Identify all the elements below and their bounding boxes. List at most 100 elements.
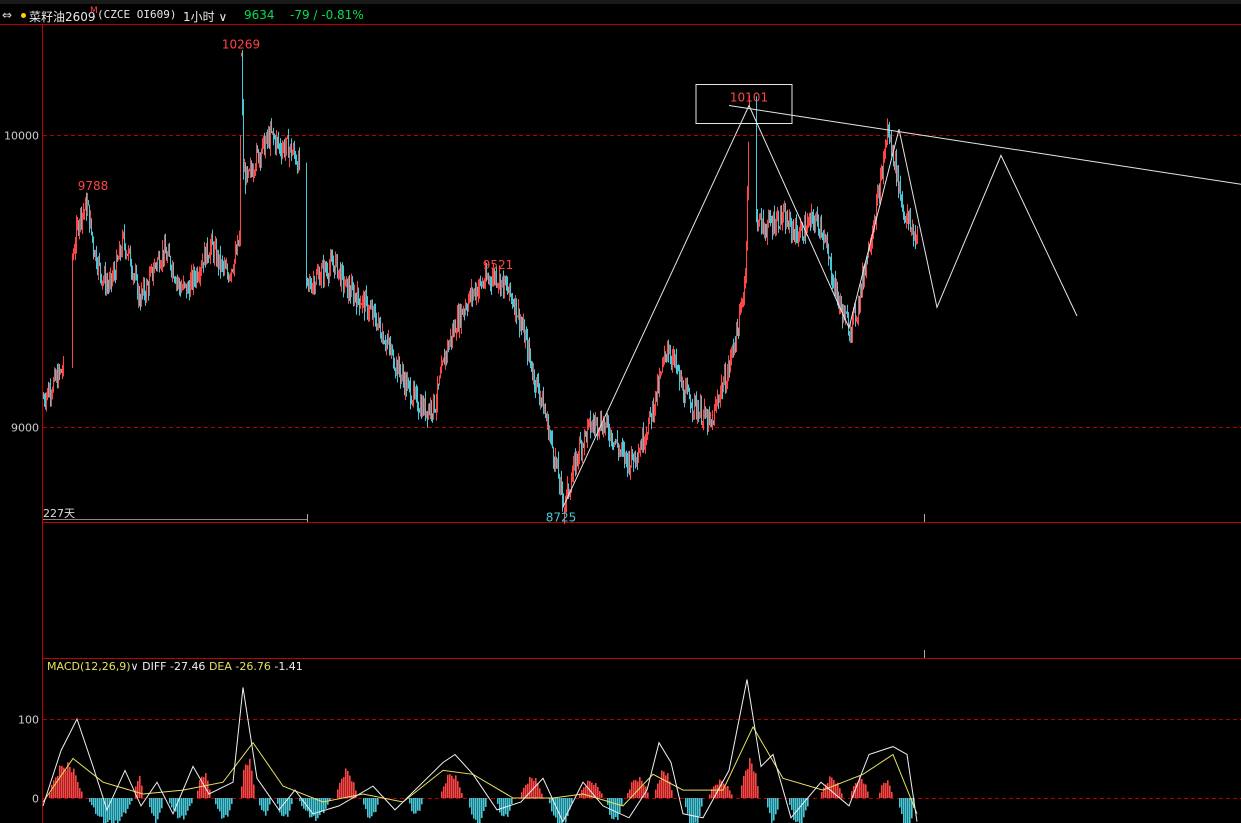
pattern-lines [562,84,1241,508]
macd-bar [479,798,481,823]
macd-bar [185,798,187,816]
macd-bar [773,798,775,821]
macd-y-tick-label: 100 [18,714,39,727]
macd-bar [867,791,869,798]
macd-bar [521,792,523,798]
macd-bar [343,777,345,798]
macd-bar [635,780,637,798]
macd-bar [105,798,107,823]
macd-bar [725,786,727,798]
macd-bar [227,798,229,817]
macd-bar [203,777,205,798]
macd-bar [469,798,471,808]
macd-bar [727,785,729,798]
price-annotation: 10101 [730,91,768,105]
macd-bar [585,786,587,798]
macd-bar [207,780,209,798]
macd-bar [833,780,835,798]
macd-bar [907,798,909,823]
macd-bar [473,798,475,819]
macd-bar [315,798,317,821]
macd-bar [101,798,103,817]
macd-y-tick-label: 0 [32,793,39,806]
macd-bar [899,798,901,808]
macd-bar [481,798,483,818]
macd-bar [291,798,293,805]
macd-bar [451,775,453,798]
macd-bar [317,798,319,819]
macd-bar [265,798,267,816]
macd-bar [337,789,339,798]
macd-bar [549,798,551,804]
macd-bar [183,798,185,820]
macd-bar [53,780,55,798]
macd-bar [699,798,701,817]
macd-legend: MACD(12,26,9)∨ DIFF -27.46 DEA -26.76 -1… [47,660,303,673]
macd-bar [697,798,699,823]
macd-bar [445,783,447,798]
macd-bar [247,765,249,798]
macd-pane[interactable]: 100 0 MACD(12,26,9)∨ DIFF -27.46 DEA -26.7… [18,660,1241,823]
macd-bar [885,783,887,798]
macd-bar [377,798,379,805]
price-annotation: 9521 [483,258,514,272]
macd-bar [149,798,151,808]
macd-bar [689,798,691,823]
macd-bar [595,783,597,798]
macd-bar [89,798,91,802]
macd-bar [269,798,271,805]
macd-bar [321,798,323,812]
macd-bar [419,798,421,811]
macd-bar [171,798,173,808]
macd-bar [693,798,695,823]
macd-bar [803,798,805,818]
macd-bar [189,798,191,807]
macd-bar [61,765,63,798]
macd-bar [511,798,513,805]
macd-bar [883,782,885,798]
macd-bar [119,798,121,821]
macd-bar [225,798,227,816]
chart-canvas[interactable]: 10000 9000 227天 10269 9788 9521 10101 8725 100… [0,0,1241,823]
macd-bar [229,798,231,811]
macd-bar [789,798,791,805]
macd-bar [891,791,893,798]
macd-bar [91,798,93,806]
macd-bar [903,798,905,823]
macd-bar [685,798,687,808]
macd-bar [455,775,457,798]
macd-bar [367,798,369,818]
macd-dea-value: DEA -26.76 [209,660,271,673]
macd-bar [795,798,797,823]
macd-bar [601,793,603,798]
macd-bar [863,783,865,798]
macd-bar [349,775,351,798]
macd-bar [303,798,305,809]
macd-bar [363,798,365,805]
macd-bar [365,798,367,810]
macd-bar [629,789,631,798]
macd-bar [591,782,593,798]
macd-bar [129,798,131,805]
macd-bar [627,793,629,798]
macd-bar [123,798,125,813]
macd-bar [345,768,347,798]
macd-bar [421,798,423,805]
macd-legend-title: MACD(12,26,9) [47,660,131,673]
macd-bar [475,798,477,820]
price-pane[interactable]: 10000 9000 227天 [4,50,1241,525]
macd-bar [499,798,501,813]
macd-bar [121,798,123,817]
macd-bar [691,798,693,823]
macd-bar [187,798,189,811]
macd-bar [757,786,759,798]
macd-bar [93,798,95,808]
macd-bar [531,778,533,798]
macd-bar [621,798,623,806]
macd-bar [775,798,777,815]
macd-bar [299,798,301,802]
macd-bar [537,783,539,798]
macd-bar [647,792,649,798]
macd-bar [159,798,161,813]
macd-bar [599,791,601,798]
